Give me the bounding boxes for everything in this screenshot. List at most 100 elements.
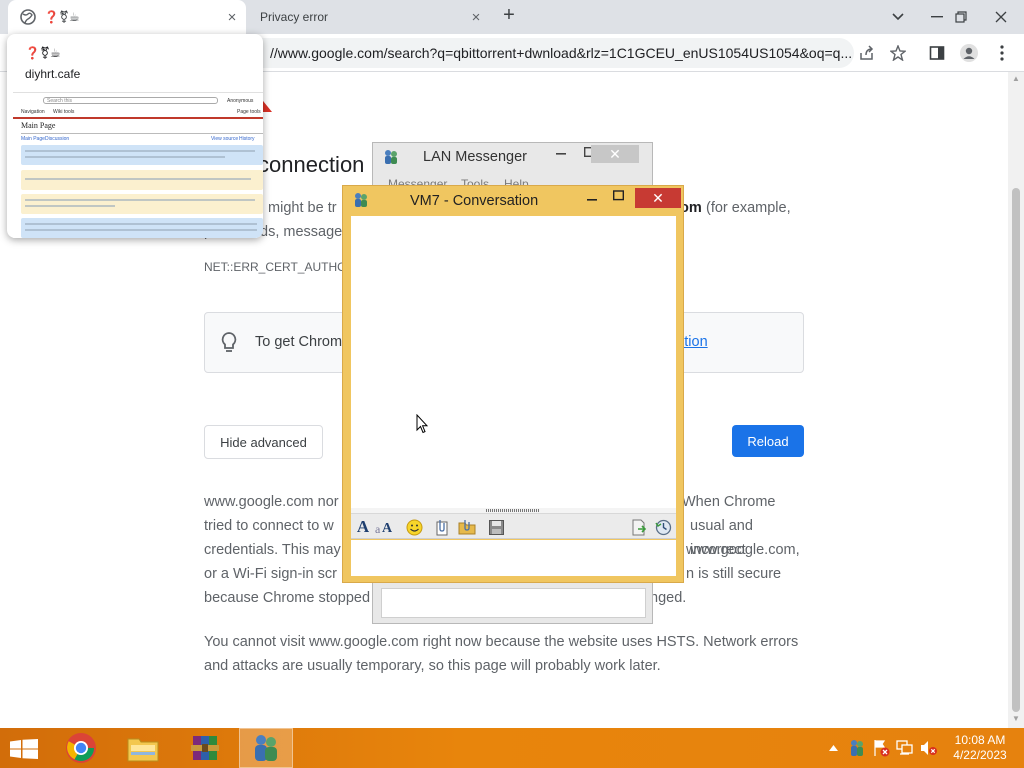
restore-button[interactable]	[944, 0, 978, 34]
close-icon	[995, 11, 1007, 23]
details-fragment: www.google.com nor	[204, 494, 339, 510]
tray-volume[interactable]	[918, 728, 940, 768]
message-history[interactable]	[351, 216, 676, 508]
taskbar-winrar[interactable]	[178, 728, 232, 768]
description-fragment: (for example,	[706, 200, 791, 216]
tab-close-button[interactable]: ×	[466, 7, 486, 27]
history-button[interactable]	[653, 517, 673, 537]
taskbar-lan-messenger[interactable]	[239, 728, 293, 768]
tab-close-button[interactable]: ×	[222, 7, 242, 27]
volume-muted-icon	[921, 741, 937, 755]
thumbnail-history: History	[239, 136, 255, 142]
attach-folder-icon	[458, 520, 476, 535]
details-fragment: When Chrome	[682, 494, 776, 510]
send-file-button[interactable]	[432, 517, 452, 537]
details-fragment: or a Wi-Fi sign-in scr	[204, 566, 337, 582]
tab-diyhrt[interactable]: ❓⚧︎☕ ×	[8, 0, 246, 34]
hide-advanced-button[interactable]: Hide advanced	[204, 425, 323, 459]
save-button[interactable]	[486, 517, 506, 537]
tab-strip: ❓⚧︎☕ × Privacy error × +	[0, 0, 1024, 34]
font-button[interactable]: A	[353, 517, 373, 537]
close-window-button[interactable]	[984, 0, 1018, 34]
winrar-icon	[191, 736, 219, 760]
tab-privacy-error[interactable]: Privacy error ×	[250, 0, 490, 34]
hsts-explanation: You cannot visit www.google.com right no…	[204, 634, 799, 674]
conversation-window[interactable]: VM7 - Conversation ✕ A aA	[342, 185, 684, 583]
svg-text:A: A	[382, 521, 393, 536]
tray-network[interactable]	[894, 728, 916, 768]
conversation-close-button[interactable]: ✕	[635, 188, 681, 208]
lan-minimize-button[interactable]	[553, 145, 569, 165]
transfers-button[interactable]	[629, 517, 649, 537]
description-fragment: ds, messages	[260, 224, 350, 240]
lan-close-button[interactable]: ✕	[591, 145, 639, 163]
lan-messenger-title: LAN Messenger	[423, 149, 527, 165]
lan-status-field[interactable]	[381, 588, 646, 618]
scrollbar-thumb[interactable]	[1012, 188, 1020, 712]
details-fragment: n is still secure	[686, 566, 782, 582]
tab-search-button[interactable]	[881, 0, 915, 34]
thumbnail-navigation: Navigation	[21, 109, 45, 115]
send-folder-button[interactable]	[457, 517, 477, 537]
thumbnail-info-box	[21, 145, 263, 165]
tray-action-center[interactable]	[870, 728, 892, 768]
thumbnail-view-source: View source	[211, 136, 239, 142]
minimize-icon	[931, 16, 943, 18]
tab-title: Privacy error	[260, 10, 329, 24]
share-button[interactable]	[856, 42, 878, 64]
system-clock[interactable]: 10:08 AM 4/22/2023	[946, 733, 1014, 763]
chevron-up-icon	[828, 745, 838, 751]
taskbar-file-explorer[interactable]	[116, 728, 170, 768]
scroll-down-arrow-icon[interactable]: ▼	[1012, 714, 1020, 723]
minimize-icon	[587, 199, 597, 201]
restore-icon	[955, 11, 967, 23]
thumbnail-info-box	[21, 170, 263, 190]
font-icon: A	[356, 517, 370, 536]
conversation-minimize-button[interactable]	[582, 189, 602, 209]
thumbnail-discussion-tab: Discussion	[45, 136, 70, 142]
menu-button[interactable]	[991, 42, 1013, 64]
thumbnail-info-box	[21, 194, 263, 214]
history-icon	[654, 519, 671, 535]
taskbar-chrome[interactable]	[54, 728, 108, 768]
side-panel-button[interactable]	[926, 42, 948, 64]
star-icon	[890, 45, 906, 61]
minimize-icon	[556, 153, 566, 155]
mouse-cursor-icon	[416, 414, 428, 434]
details-fragment: www.google.com,	[686, 542, 800, 558]
globe-icon	[20, 9, 36, 25]
hover-card-domain: diyhrt.cafe	[25, 67, 81, 81]
profile-button[interactable]	[958, 42, 980, 64]
bookmark-button[interactable]	[887, 42, 909, 64]
attach-file-icon	[436, 519, 448, 535]
description-fragment: , might be tr	[260, 200, 337, 216]
reload-button[interactable]: Reload	[732, 425, 804, 457]
clock-time: 10:08 AM	[954, 733, 1006, 747]
lan-messenger-icon	[851, 740, 863, 756]
conversation-maximize-button[interactable]	[608, 189, 628, 209]
new-tab-button[interactable]: +	[498, 5, 520, 27]
maximize-icon	[612, 190, 624, 201]
details-fragment: nged.	[650, 590, 687, 606]
tray-lan-messenger[interactable]	[846, 728, 868, 768]
show-hidden-icons-button[interactable]	[826, 728, 840, 768]
windows-start-icon[interactable]	[10, 739, 38, 759]
emoticon-button[interactable]	[404, 517, 424, 537]
font-color-button[interactable]: aA	[375, 517, 395, 537]
font-color-icon: aA	[375, 521, 393, 536]
scroll-up-arrow-icon[interactable]: ▲	[1012, 74, 1020, 83]
folder-icon	[127, 738, 159, 762]
thumbnail-wiki-tools: Wiki tools	[53, 109, 75, 115]
avatar-icon	[960, 44, 978, 62]
hover-card-title: ❓⚧︎☕	[25, 46, 61, 60]
network-icon	[896, 740, 913, 755]
kebab-menu-icon	[1000, 45, 1004, 61]
chrome-icon	[66, 733, 96, 763]
message-input[interactable]	[351, 540, 676, 576]
thumbnail-main-page-title: Main Page	[21, 121, 56, 130]
page-scrollbar[interactable]: ▲ ▼	[1008, 72, 1024, 728]
splitter-grip[interactable]	[486, 509, 540, 512]
smiley-icon	[406, 519, 422, 535]
page-heading: connection	[258, 152, 365, 177]
address-bar[interactable]: //www.google.com/search?q=qbittorrent+dw…	[232, 38, 854, 68]
